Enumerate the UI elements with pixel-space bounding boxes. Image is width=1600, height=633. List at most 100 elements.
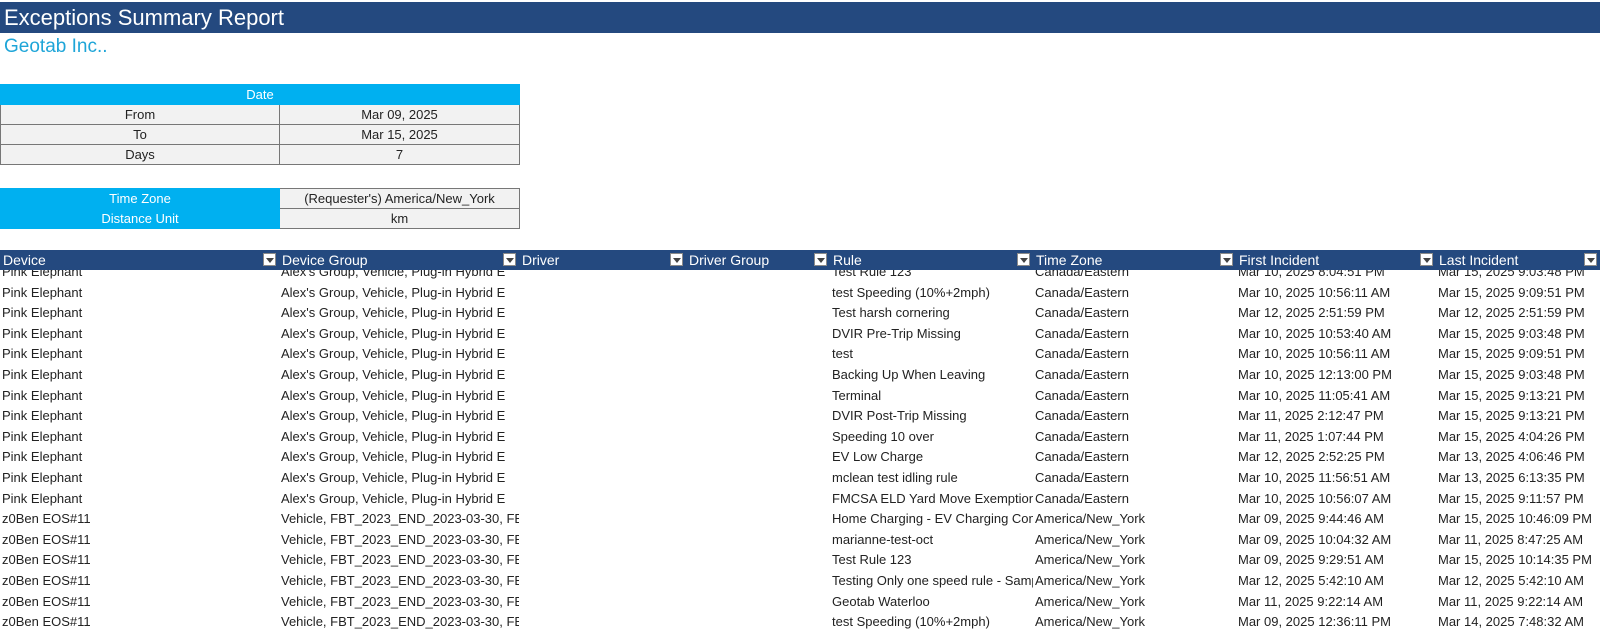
cell-time-zone: Canada/Eastern	[1035, 284, 1129, 300]
table-row[interactable]: Pink Elephant Alex's Group, Vehicle, Plug…	[0, 447, 1600, 468]
cell-device-group: Vehicle, FBT_2023_END_2023-03-30, FBT	[281, 552, 519, 568]
cell-driver	[519, 447, 686, 468]
cell-rule: Test Rule 123	[832, 552, 912, 568]
cell-first-incident: Mar 11, 2025 1:07:44 PM	[1238, 428, 1384, 444]
from-label: From	[0, 104, 280, 125]
cell-driver	[519, 489, 686, 510]
column-header-device-group: Device Group	[282, 252, 368, 268]
last-incident-filter-dropdown-icon[interactable]	[1584, 253, 1597, 266]
table-row[interactable]: Pink Elephant Alex's Group, Vehicle, Plug…	[0, 386, 1600, 407]
device-filter-dropdown-icon[interactable]	[263, 253, 276, 266]
cell-time-zone: Canada/Eastern	[1035, 449, 1129, 465]
cell-time-zone: Canada/Eastern	[1035, 490, 1129, 506]
cell-device-group: Alex's Group, Vehicle, Plug-in Hybrid E	[281, 428, 506, 444]
table-row[interactable]: Pink Elephant Alex's Group, Vehicle, Plug…	[0, 365, 1600, 386]
cell-time-zone: America/New_York	[1035, 573, 1146, 588]
distance-unit-value: km	[279, 208, 520, 229]
cell-first-incident: Mar 10, 2025 12:13:00 PM	[1238, 367, 1392, 382]
first-incident-filter-dropdown-icon[interactable]	[1420, 253, 1433, 266]
cell-time-zone: America/New_York	[1035, 552, 1146, 568]
cell-device-group: Vehicle, FBT_2023_END_2023-03-30, FBT	[281, 593, 519, 609]
table-row[interactable]: Pink Elephant Alex's Group, Vehicle, Plug…	[0, 489, 1600, 510]
table-row[interactable]: Pink Elephant Alex's Group, Vehicle, Plug…	[0, 283, 1600, 304]
cell-time-zone: Canada/Eastern	[1035, 408, 1129, 424]
device-group-filter-dropdown-icon[interactable]	[503, 253, 516, 266]
cell-rule: Testing Only one speed rule - Sample	[832, 573, 1033, 588]
cell-time-zone: Canada/Eastern	[1035, 367, 1129, 382]
cell-device: z0Ben EOS#11	[2, 552, 91, 568]
cell-last-incident: Mar 12, 2025 5:42:10 AM	[1438, 573, 1584, 588]
table-row[interactable]: Pink Elephant Alex's Group, Vehicle, Plug…	[0, 406, 1600, 427]
cell-first-incident: Mar 10, 2025 10:56:11 AM	[1238, 284, 1391, 300]
to-value: Mar 15, 2025	[279, 124, 520, 145]
distance-unit-label: Distance Unit	[0, 208, 280, 229]
cell-device: z0Ben EOS#11	[2, 573, 91, 588]
table-row[interactable]: z0Ben EOS#11 Vehicle, FBT_2023_END_2023-0…	[0, 571, 1600, 592]
column-header-rule: Rule	[833, 252, 862, 268]
table-row[interactable]: Pink Elephant Alex's Group, Vehicle, Plug…	[0, 344, 1600, 365]
cell-device: Pink Elephant	[2, 284, 83, 300]
company-name: Geotab Inc..	[4, 36, 108, 57]
rule-filter-dropdown-icon[interactable]	[1017, 253, 1030, 266]
cell-driver-group	[686, 530, 830, 551]
table-row[interactable]: z0Ben EOS#11 Vehicle, FBT_2023_END_2023-0…	[0, 550, 1600, 571]
cell-device-group: Alex's Group, Vehicle, Plug-in Hybrid E	[281, 367, 506, 382]
cell-rule: test Speeding (10%+2mph)	[832, 614, 990, 630]
cell-first-incident: Mar 09, 2025 10:04:32 AM	[1238, 531, 1392, 547]
cell-first-incident: Mar 09, 2025 9:44:46 AM	[1238, 511, 1384, 527]
cell-time-zone: America/New_York	[1035, 593, 1146, 609]
to-label: To	[0, 124, 280, 145]
table-row[interactable]: z0Ben EOS#11 Vehicle, FBT_2023_END_2023-0…	[0, 592, 1600, 613]
cell-device: Pink Elephant	[2, 408, 83, 424]
table-row[interactable]: Pink Elephant Alex's Group, Vehicle, Plug…	[0, 324, 1600, 345]
cell-device-group: Alex's Group, Vehicle, Plug-in Hybrid E	[281, 449, 506, 465]
cell-rule: Geotab Waterloo	[832, 593, 930, 609]
cell-device: z0Ben EOS#11	[2, 531, 91, 547]
cell-driver	[519, 530, 686, 551]
cell-rule: Test Rule 123	[832, 270, 912, 279]
cell-driver	[519, 468, 686, 489]
driver-group-filter-dropdown-icon[interactable]	[814, 253, 827, 266]
cell-device-group: Alex's Group, Vehicle, Plug-in Hybrid E	[281, 325, 506, 341]
days-value: 7	[279, 144, 520, 165]
cell-time-zone: America/New_York	[1035, 511, 1146, 527]
table-row[interactable]: Pink Elephant Alex's Group, Vehicle, Plug…	[0, 427, 1600, 448]
cell-first-incident: Mar 09, 2025 12:36:11 PM	[1238, 614, 1391, 630]
column-header-time-zone: Time Zone	[1036, 252, 1103, 268]
cell-rule: Speeding 10 over	[832, 428, 934, 444]
cell-device: z0Ben EOS#11	[2, 593, 91, 609]
cell-last-incident: Mar 15, 2025 10:46:09 PM	[1438, 511, 1592, 527]
cell-driver	[519, 592, 686, 613]
table-row[interactable]: z0Ben EOS#11 Vehicle, FBT_2023_END_2023-0…	[0, 509, 1600, 530]
cell-driver	[519, 427, 686, 448]
time-zone-filter-dropdown-icon[interactable]	[1220, 253, 1233, 266]
cell-driver	[519, 303, 686, 324]
cell-driver-group	[686, 509, 830, 530]
cell-device: Pink Elephant	[2, 367, 83, 382]
cell-driver	[519, 324, 686, 345]
driver-filter-dropdown-icon[interactable]	[670, 253, 683, 266]
cell-device-group: Vehicle, FBT_2023_END_2023-03-30, FBT	[281, 573, 519, 588]
cell-last-incident: Mar 12, 2025 2:51:59 PM	[1438, 305, 1585, 321]
cell-rule: Home Charging - EV Charging Complete	[832, 511, 1033, 527]
cell-device: Pink Elephant	[2, 387, 83, 403]
cell-device: z0Ben EOS#11	[2, 511, 91, 527]
table-row[interactable]: z0Ben EOS#11 Vehicle, FBT_2023_END_2023-0…	[0, 530, 1600, 551]
exceptions-table-header: Device Device Group Driver Driver Group Rule…	[0, 250, 1600, 270]
cell-driver	[519, 550, 686, 571]
cell-last-incident: Mar 15, 2025 9:09:51 PM	[1438, 346, 1585, 362]
cell-driver-group	[686, 468, 830, 489]
cell-last-incident: Mar 11, 2025 8:47:25 AM	[1438, 531, 1584, 547]
table-row[interactable]: z0Ben EOS#11 Vehicle, FBT_2023_END_2023-0…	[0, 612, 1600, 633]
table-row[interactable]: Pink Elephant Alex's Group, Vehicle, Plug…	[0, 468, 1600, 489]
cell-first-incident: Mar 09, 2025 9:29:51 AM	[1238, 552, 1384, 568]
table-row[interactable]: Pink Elephant Alex's Group, Vehicle, Plug…	[0, 270, 1600, 283]
cell-driver-group	[686, 344, 830, 365]
cell-driver-group	[686, 406, 830, 427]
cell-device-group: Alex's Group, Vehicle, Plug-in Hybrid E	[281, 408, 506, 424]
cell-device-group: Vehicle, FBT_2023_END_2023-03-30, FBT	[281, 614, 519, 630]
cell-last-incident: Mar 15, 2025 9:03:48 PM	[1438, 270, 1585, 279]
cell-first-incident: Mar 10, 2025 11:05:41 AM	[1238, 387, 1391, 403]
table-row[interactable]: Pink Elephant Alex's Group, Vehicle, Plug…	[0, 303, 1600, 324]
column-header-driver-group: Driver Group	[689, 252, 770, 268]
